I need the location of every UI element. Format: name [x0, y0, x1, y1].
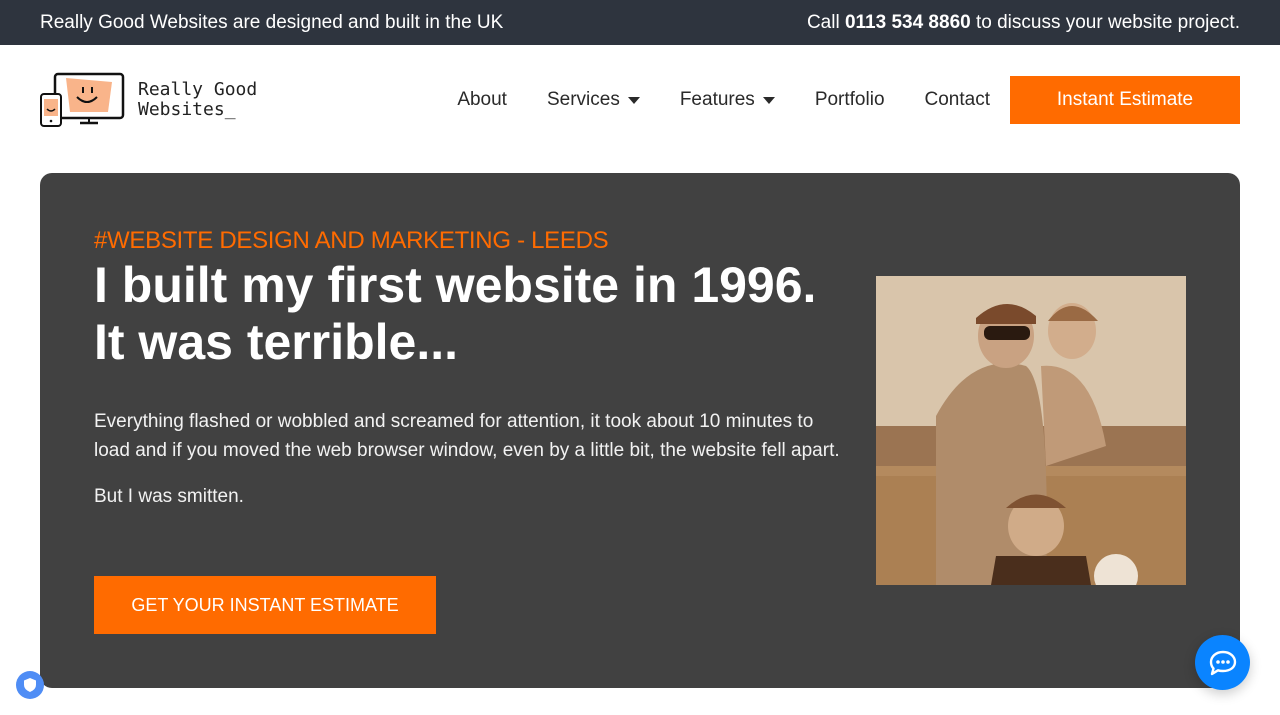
- shield-icon: [24, 678, 36, 692]
- topbar-call: Call 0113 534 8860 to discuss your websi…: [807, 12, 1240, 34]
- call-suffix: to discuss your website project.: [970, 11, 1240, 33]
- hero-content: #WEBSITE DESIGN AND MARKETING - LEEDS I …: [94, 227, 854, 511]
- nav-services[interactable]: Services: [527, 89, 660, 111]
- site-header: Really Good Websites_ About Services Fea…: [0, 45, 1280, 155]
- nav-portfolio-label: Portfolio: [814, 89, 885, 110]
- instant-estimate-button[interactable]: Instant Estimate: [1010, 76, 1240, 124]
- top-bar: Really Good Websites are designed and bu…: [0, 0, 1280, 45]
- hero-section: #WEBSITE DESIGN AND MARKETING - LEEDS I …: [40, 173, 1240, 688]
- logo-line-1: Really Good: [138, 79, 258, 100]
- phone-number[interactable]: 0113 534 8860: [845, 12, 971, 33]
- nav-features-label: Features: [679, 89, 755, 110]
- hero-paragraph-1: Everything flashed or wobbled and scream…: [94, 411, 840, 461]
- caret-down-icon: [627, 96, 640, 104]
- nav-portfolio[interactable]: Portfolio: [795, 89, 905, 111]
- nav-features[interactable]: Features: [660, 89, 795, 111]
- hero-headline: I built my first website in 1996. It was…: [94, 257, 854, 371]
- logo[interactable]: Really Good Websites_: [40, 72, 257, 128]
- headline-line-1: I built my first website in 1996.: [94, 257, 817, 313]
- photo-illustration: [876, 276, 1186, 585]
- nav-about-label: About: [457, 89, 507, 110]
- call-prefix: Call: [806, 11, 845, 33]
- nav-about[interactable]: About: [437, 89, 527, 111]
- get-instant-estimate-button[interactable]: GET YOUR INSTANT ESTIMATE: [94, 576, 436, 634]
- chat-bubble-icon: [1209, 650, 1236, 675]
- caret-down-icon: [762, 96, 775, 104]
- main-nav: About Services Features Portfolio Contac…: [437, 76, 1240, 124]
- privacy-shield-button[interactable]: [16, 671, 44, 699]
- nav-contact[interactable]: Contact: [905, 89, 1010, 111]
- nav-contact-label: Contact: [924, 89, 990, 110]
- hero-paragraph-2: But I was smitten.: [94, 486, 244, 507]
- chat-button[interactable]: [1195, 635, 1250, 690]
- logo-devices-icon: [40, 72, 125, 127]
- logo-line-2: Websites_: [138, 99, 236, 120]
- topbar-message: Really Good Websites are designed and bu…: [40, 11, 504, 33]
- hero-tagline: #WEBSITE DESIGN AND MARKETING - LEEDS: [94, 227, 609, 254]
- hero-photo: [876, 276, 1186, 585]
- nav-services-label: Services: [546, 89, 620, 110]
- logo-text: Really Good Websites_: [138, 80, 257, 120]
- headline-line-2: It was terrible...: [94, 314, 459, 370]
